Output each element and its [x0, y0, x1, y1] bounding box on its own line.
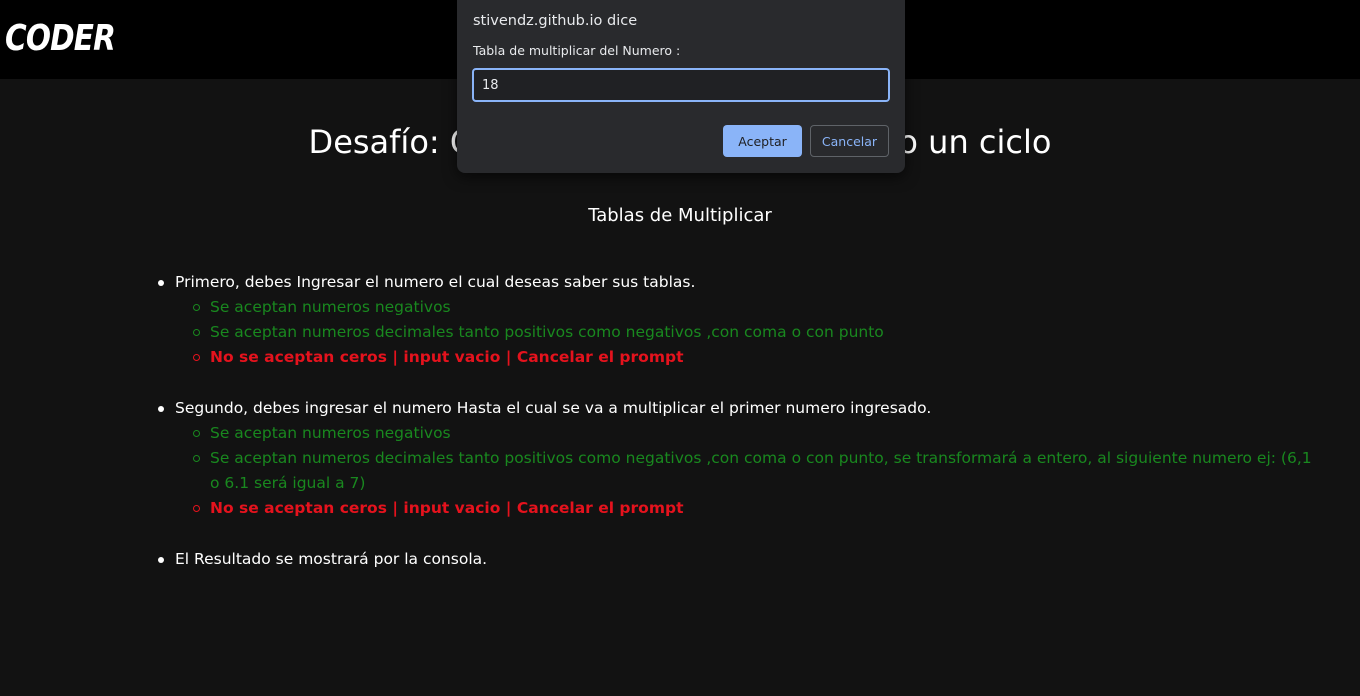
rule-note-text: Se aceptan numeros decimales tanto posit… [210, 449, 1312, 492]
coder-logo[interactable]: CODER [5, 18, 116, 59]
rule-note-text: No se aceptan ceros | input vacio | Canc… [210, 499, 684, 517]
rule-note-error: No se aceptan ceros | input vacio | Canc… [175, 345, 1315, 370]
bullet-dot [158, 557, 164, 563]
dialog-title: stivendz.github.io dice [473, 13, 638, 29]
circle-bullet-icon [193, 304, 200, 311]
cancel-button[interactable]: Cancelar [810, 125, 889, 157]
rule-note-ok: Se aceptan numeros decimales tanto posit… [175, 320, 1315, 345]
rule-note-ok: Se aceptan numeros negativos [175, 421, 1315, 446]
instruction-text: Segundo, debes ingresar el numero Hasta … [175, 399, 932, 417]
instruction-text: Primero, debes Ingresar el numero el cua… [175, 273, 696, 291]
instructions-list: Primero, debes Ingresar el numero el cua… [158, 270, 1315, 572]
instruction-item: Primero, debes Ingresar el numero el cua… [158, 270, 1315, 370]
instruction-item: El Resultado se mostrará por la consola. [158, 547, 1315, 572]
instruction-text: El Resultado se mostrará por la consola. [175, 550, 488, 568]
circle-bullet-icon [193, 329, 200, 336]
instruction-item: Segundo, debes ingresar el numero Hasta … [158, 396, 1315, 521]
circle-bullet-icon [193, 430, 200, 437]
rule-note-error: No se aceptan ceros | input vacio | Canc… [175, 496, 1315, 521]
page-subtitle: Tablas de Multiplicar [588, 205, 772, 226]
rule-note-text: No se aceptan ceros | input vacio | Canc… [210, 348, 684, 366]
circle-bullet-icon [193, 505, 200, 512]
accept-button[interactable]: Aceptar [723, 125, 802, 157]
bullet-dot [158, 280, 164, 286]
prompt-input[interactable] [472, 68, 890, 102]
rule-note-text: Se aceptan numeros negativos [210, 424, 451, 442]
rule-note-text: Se aceptan numeros decimales tanto posit… [210, 323, 884, 341]
circle-bullet-icon [193, 455, 200, 462]
rule-note-ok: Se aceptan numeros decimales tanto posit… [175, 446, 1315, 496]
dialog-message: Tabla de multiplicar del Numero : [473, 43, 681, 58]
circle-bullet-icon [193, 354, 200, 361]
prompt-dialog: stivendz.github.io dice Tabla de multipl… [457, 0, 905, 173]
rule-note-ok: Se aceptan numeros negativos [175, 295, 1315, 320]
rule-note-text: Se aceptan numeros negativos [210, 298, 451, 316]
bullet-dot [158, 406, 164, 412]
